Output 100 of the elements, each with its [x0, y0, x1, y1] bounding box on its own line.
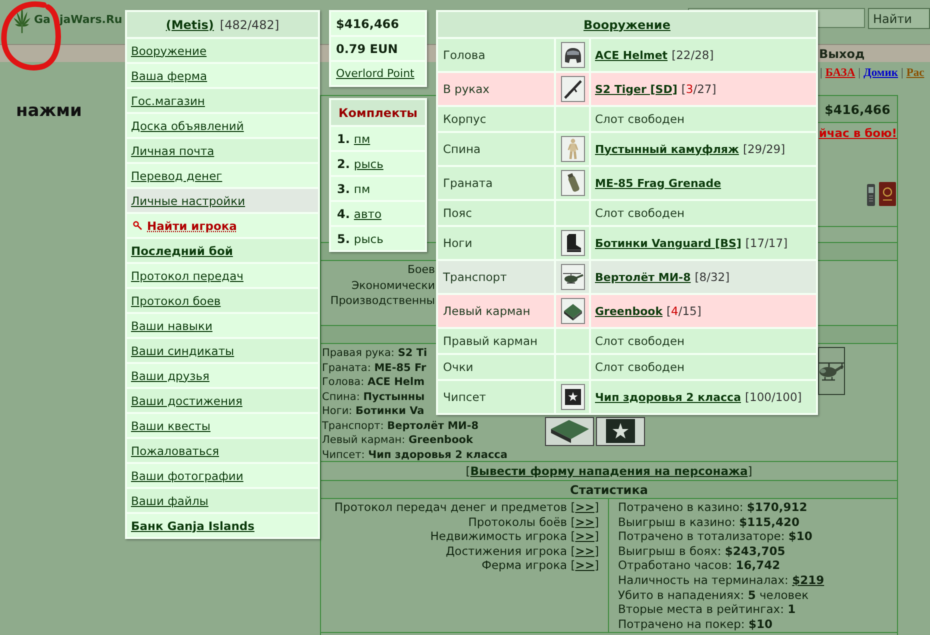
empty-slot-text: Слот свободен: [595, 334, 685, 348]
rating-label: Производственны: [330, 293, 435, 308]
empty-slot-text: Слот свободен: [595, 206, 685, 220]
menu-item[interactable]: Ваша ферма: [127, 64, 318, 87]
separator-text: |: [858, 67, 860, 79]
slot-label: Спина: [443, 142, 481, 156]
kit-item[interactable]: 1. пм: [331, 127, 425, 150]
equipment-line: Чипсет: Чип здоровья 2 класса: [322, 448, 508, 462]
menu-item[interactable]: Вооружение: [127, 39, 318, 62]
durability-text: [100/100]: [745, 390, 802, 404]
kit-item: 3. пм: [331, 177, 425, 200]
slot-label: В руках: [443, 82, 490, 96]
equipment-line: Ноги: Ботинки Va: [322, 404, 424, 418]
durability-text: [8/32]: [694, 270, 730, 284]
menu-item[interactable]: Перевод денег: [127, 164, 318, 187]
stat-line: Потрачено на покер: $10: [618, 616, 772, 632]
attack-form-link[interactable]: Вывести форму нападения на персонажа: [470, 464, 748, 478]
protocol-label: Протокол передач денег и предметов: [334, 500, 568, 514]
stat-line: Вторые места в рейтингах: 1: [618, 602, 796, 617]
chip-icon: [560, 384, 584, 410]
menu-item[interactable]: Ваши друзья: [127, 364, 318, 387]
menu-item[interactable]: Личная почта: [127, 139, 318, 162]
soldier-icon: [560, 136, 584, 162]
menu-item[interactable]: Личные настройки: [127, 189, 318, 212]
open-link[interactable]: [>>]: [570, 500, 599, 514]
phone-icon[interactable]: [866, 184, 876, 206]
currency-amount: $416,466: [331, 12, 425, 35]
open-link[interactable]: [>>]: [570, 544, 599, 558]
passport-icon[interactable]: [879, 182, 896, 206]
kits-title: Комплекты: [331, 100, 425, 125]
protocol-label: Достижения игрока: [446, 544, 568, 558]
chip-icon: [596, 417, 645, 446]
equipment-line: Транспорт: Вертолёт МИ-8: [322, 418, 479, 433]
grenade-icon: [560, 170, 584, 196]
menu-item[interactable]: Ваши синдикаты: [127, 339, 318, 362]
menu-item[interactable]: Доска объявлений: [127, 114, 318, 137]
find-player-link[interactable]: Найти игрока: [127, 214, 318, 237]
equipment-line: Правая рука: S2 Ti: [322, 346, 428, 360]
durability-text: [29/29]: [742, 142, 786, 156]
nav-link[interactable]: Домик: [863, 67, 898, 79]
menu-item[interactable]: Ваши фотографии: [127, 464, 318, 487]
item-link[interactable]: ME-85 Frag Grenade: [595, 176, 722, 190]
empty-slot-text: Слот свободен: [595, 360, 685, 374]
attack-line: [Вывести форму нападения на персонажа]: [466, 464, 752, 478]
rating-label: Экономически: [351, 278, 435, 293]
item-link[interactable]: Пустынный камуфляж: [595, 142, 739, 156]
item-link[interactable]: Ботинки Vanguard [BS]: [595, 236, 742, 250]
menu-item[interactable]: Последний бой: [127, 239, 318, 262]
slot-label: Транспорт: [443, 270, 507, 284]
rifle-icon: [560, 76, 584, 102]
stat-line: Выигрыш в боях: $243,705: [618, 544, 786, 558]
durability-text: [3/27]: [681, 82, 716, 96]
helicopter-icon: [818, 347, 845, 395]
kit-item: 5. рысь: [331, 227, 425, 250]
kit-item[interactable]: 2. рысь: [331, 152, 425, 175]
kit-item[interactable]: 4. авто: [331, 202, 425, 225]
item-link[interactable]: Вертолёт МИ-8: [595, 270, 691, 284]
slot-label: Корпус: [443, 112, 486, 126]
stat-line: Отработано часов: 16,742: [618, 558, 780, 573]
balance-header: $416,466: [818, 96, 897, 123]
item-link[interactable]: Greenbook: [595, 304, 663, 318]
search-button[interactable]: Найти: [868, 8, 930, 29]
stat-line: Потрачено в казино: $170,912: [618, 500, 808, 515]
menu-item[interactable]: Ваши файлы: [127, 489, 318, 512]
player-link[interactable]: (Metis): [166, 18, 214, 32]
item-link[interactable]: S2 Tiger [SD]: [595, 82, 678, 96]
slot-label: Левый карман: [443, 304, 530, 318]
logo-text[interactable]: jaWars.Ru: [59, 12, 122, 26]
open-link[interactable]: [>>]: [570, 514, 599, 529]
menu-item[interactable]: Ваши достижения: [127, 389, 318, 412]
protocol-label: Недвижимость игрока: [430, 529, 568, 544]
boot-icon: [560, 230, 584, 256]
open-link[interactable]: [>>]: [570, 558, 599, 572]
points-link[interactable]: Overlord Point: [331, 62, 425, 85]
statistics-header: Статистика: [321, 480, 897, 499]
empty-slot-text: Слот свободен: [595, 112, 685, 126]
stat-line: Наличность на терминалах: $219: [618, 572, 824, 588]
item-link[interactable]: Чип здоровья 2 класса: [595, 390, 741, 404]
value-link[interactable]: $219: [792, 572, 824, 587]
rating-label: Боев: [407, 262, 435, 278]
stat-line: Убито в нападениях: 5 человек: [618, 588, 809, 602]
logout-link[interactable]: Выход: [819, 46, 865, 60]
slot-label: Чипсет: [443, 390, 486, 404]
durability-text: [17/17]: [745, 236, 788, 250]
item-link[interactable]: ACE Helmet: [595, 48, 668, 62]
menu-item[interactable]: Протокол передач: [127, 264, 318, 287]
durability-text: [22/28]: [672, 48, 714, 62]
menu-item[interactable]: Пожаловаться: [127, 439, 318, 462]
currency-amount: 0.79 EUN: [331, 37, 425, 60]
menu-item[interactable]: Гос.магазин: [127, 89, 318, 112]
open-link[interactable]: [>>]: [570, 529, 599, 544]
armory-title-link[interactable]: Вооружение: [584, 18, 670, 32]
menu-item[interactable]: Ваши квесты: [127, 414, 318, 437]
menu-item[interactable]: Банк Ganja Islands: [127, 514, 318, 537]
logo-text[interactable]: Ga: [34, 12, 50, 26]
menu-item[interactable]: Протокол боев: [127, 289, 318, 312]
equipment-line: Спина: Пустынны: [322, 390, 425, 404]
helicopter-icon: [560, 264, 584, 290]
menu-item[interactable]: Ваши навыки: [127, 314, 318, 337]
slot-label: Голова: [443, 48, 486, 62]
